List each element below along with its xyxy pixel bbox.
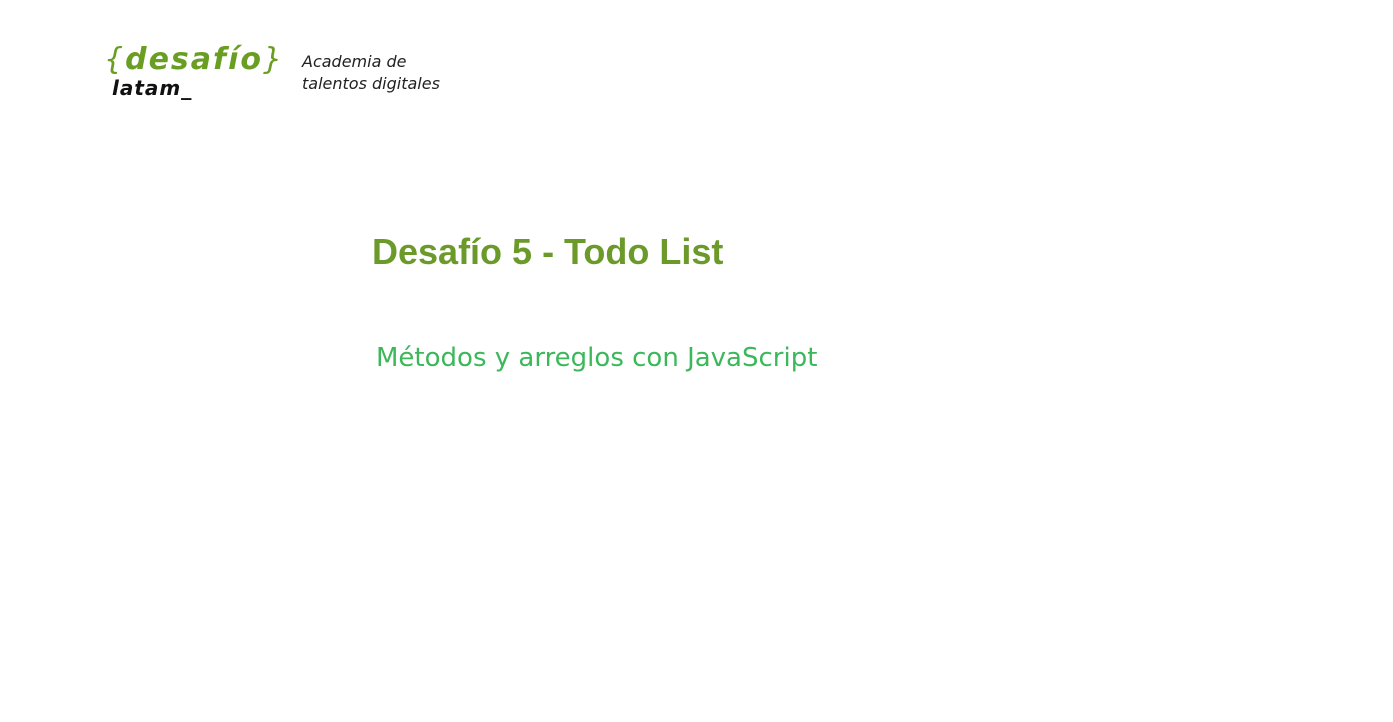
logo-brand: {desafío} latam_ [104,42,289,108]
slide-subtitle: Métodos y arreglos con JavaScript [376,343,818,373]
logo-brand-name: desafío [125,42,263,77]
logo-tagline: Academia de talentos digitales [302,51,440,95]
logo-tagline-line1: Academia de [302,52,407,71]
logo-tagline-line2: talentos digitales [302,74,440,93]
slide-page: {desafío} latam_ Academia de talentos di… [0,0,1393,722]
logo-sub-brand: latam_ [112,76,193,100]
desafio-latam-logo: {desafío} latam_ Academia de talentos di… [104,42,484,112]
logo-wordmark: {desafío} [104,42,284,78]
slide-title: Desafío 5 - Todo List [372,231,724,272]
logo-brace-close: } [262,42,285,77]
logo-brace-open: { [104,42,126,77]
